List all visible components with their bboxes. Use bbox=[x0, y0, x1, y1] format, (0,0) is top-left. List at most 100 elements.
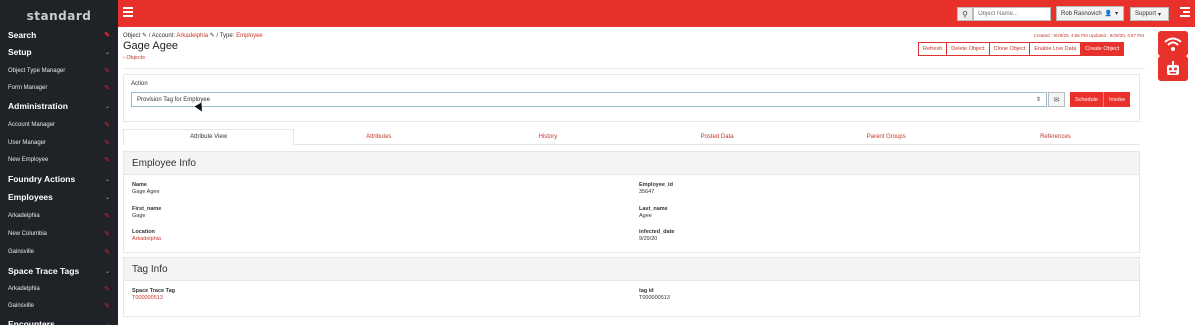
last-name-field: Last_name Agee bbox=[639, 206, 668, 219]
robot-icon[interactable] bbox=[1158, 56, 1188, 81]
sidebar-item-label: Setup bbox=[8, 47, 32, 57]
crumb-type-link[interactable]: Employee bbox=[236, 33, 263, 39]
breadcrumb: Object ✎ / Account: Arkadelphia ✎ / Type… bbox=[123, 32, 263, 39]
sidebar-item[interactable]: Encounters ⌄ bbox=[0, 316, 118, 325]
sidebar-item-label: Search bbox=[8, 30, 37, 40]
page-title: Gage Agee bbox=[123, 40, 179, 52]
location-field: Location Arkadelphia bbox=[132, 229, 161, 242]
tab-parent-groups[interactable]: Parent Groups bbox=[802, 129, 971, 144]
sidebar: standard Search ✎ Setup ⌄ Object Type Manage… bbox=[0, 0, 118, 325]
tab-attribute-view[interactable]: Attribute View bbox=[123, 129, 295, 145]
sidebar-item[interactable]: Arkadelphia ✎ bbox=[0, 208, 118, 224]
sidebar-item[interactable]: Setup ⌄ bbox=[0, 44, 118, 60]
caret-down-icon: ▾ bbox=[1115, 11, 1119, 17]
sidebar-item[interactable]: New Columbia ✎ bbox=[0, 226, 118, 242]
user-menu-button[interactable]: Rob Rasnovich 👤 ▾ bbox=[1056, 6, 1124, 21]
crumb-account-prefix: / Account: bbox=[148, 33, 176, 39]
crumb-account-link[interactable]: Arkadelphia bbox=[176, 33, 208, 39]
tab-attributes[interactable]: Attributes bbox=[294, 129, 463, 144]
sidebar-item[interactable]: Foundry Actions ⌄ bbox=[0, 171, 118, 187]
right-panel-menu-icon[interactable] bbox=[1180, 7, 1190, 19]
delete-object-button[interactable]: Delete Object bbox=[946, 42, 989, 56]
sidebar-item[interactable]: User Manager ✎ bbox=[0, 135, 118, 151]
action-select[interactable]: Provision Tag for Employee ⇕ bbox=[131, 92, 1047, 107]
chevron-down-icon: ⌄ bbox=[104, 103, 110, 110]
back-to-objects-link[interactable]: ‹ Objects bbox=[123, 55, 145, 61]
sidebar-item-label: Account Manager bbox=[8, 122, 56, 128]
chevron-down-icon: ⌄ bbox=[104, 176, 110, 183]
sidebar-item[interactable]: New Employee ✎ bbox=[0, 152, 118, 168]
crumb-type-prefix: / Type: bbox=[216, 33, 235, 39]
sidebar-item-label: Space Trace Tags bbox=[8, 266, 80, 276]
action-panel: Action Provision Tag for Employee ⇕ ✉ Sc… bbox=[123, 74, 1140, 122]
field-label: tag id bbox=[639, 288, 654, 294]
field-label: Last_name bbox=[639, 206, 668, 212]
space-trace-tag-field: Space Trace Tag T000000513 bbox=[132, 288, 175, 301]
sidebar-item[interactable]: Space Trace Tags ⌄ bbox=[0, 263, 118, 279]
sidebar-item[interactable]: Form Manager ✎ bbox=[0, 80, 118, 96]
hamburger-menu-icon[interactable] bbox=[123, 7, 133, 18]
location-link[interactable]: Arkadelphia bbox=[132, 236, 161, 242]
sidebar-item-label: New Columbia bbox=[8, 231, 48, 237]
sidebar-item[interactable]: Object Type Manager ✎ bbox=[0, 63, 118, 79]
invoke-button[interactable]: Invoke bbox=[1103, 92, 1131, 107]
sidebar-item-label: Foundry Actions bbox=[8, 174, 76, 184]
sidebar-item-label: Object Type Manager bbox=[8, 68, 66, 74]
tag-id-field: tag id T000000513 bbox=[639, 288, 670, 301]
sidebar-item-label: Form Manager bbox=[8, 85, 48, 91]
sidebar-item[interactable]: Account Manager ✎ bbox=[0, 117, 118, 133]
edit-icon[interactable]: ✎ bbox=[210, 33, 215, 39]
message-icon[interactable]: ✉ bbox=[1048, 92, 1065, 107]
section-title: Employee Info bbox=[124, 152, 1139, 175]
sidebar-item[interactable]: Gainsville ✎ bbox=[0, 298, 118, 314]
employee-info-section: Employee Info Name Gage Agee Employee_id… bbox=[123, 151, 1140, 253]
space-trace-tag-link[interactable]: T000000513 bbox=[132, 295, 175, 301]
sidebar-item-label: Employees bbox=[8, 192, 53, 202]
field-value: Gage bbox=[132, 213, 146, 219]
sidebar-item-label: Encounters bbox=[8, 319, 55, 325]
sidebar-item-label: New Employee bbox=[8, 157, 49, 163]
sidebar-item[interactable]: Employees ⌄ bbox=[0, 189, 118, 205]
pencil-icon: ✎ bbox=[104, 303, 110, 310]
object-tabs: Attribute View Attributes History Posted… bbox=[123, 129, 1140, 145]
schedule-invoke-group: Schedule Invoke bbox=[1070, 92, 1131, 107]
sidebar-item-label: Gainsville bbox=[8, 303, 35, 309]
tab-history[interactable]: History bbox=[463, 129, 632, 144]
enable-live-data-button[interactable]: Enable Live Data bbox=[1029, 42, 1081, 56]
create-object-button[interactable]: Create Object bbox=[1080, 42, 1125, 56]
caret-down-icon: ▾ bbox=[1158, 11, 1162, 18]
support-button[interactable]: Support ▾ bbox=[1130, 7, 1169, 21]
timestamps: Created : 9/29/20, 4:56 PM Updated : 9/2… bbox=[1033, 33, 1144, 38]
action-label: Action bbox=[131, 81, 148, 87]
sidebar-item-label: Gainsville bbox=[8, 249, 35, 255]
refresh-button[interactable]: Refresh bbox=[918, 42, 947, 56]
tab-posted-data[interactable]: Posted Data bbox=[633, 129, 802, 144]
field-value: T000000513 bbox=[639, 295, 670, 301]
field-label: Employee_id bbox=[639, 182, 673, 188]
pencil-icon: ✎ bbox=[104, 213, 110, 220]
chevron-down-icon: ⌄ bbox=[104, 49, 110, 56]
pencil-icon: ✎ bbox=[104, 68, 110, 75]
sidebar-item-label: Arkadelphia bbox=[8, 286, 40, 292]
tab-references[interactable]: References bbox=[971, 129, 1140, 144]
clone-object-button[interactable]: Clone Object bbox=[988, 42, 1030, 56]
object-search-input[interactable] bbox=[973, 7, 1051, 21]
pencil-icon: ✎ bbox=[104, 32, 110, 39]
schedule-button[interactable]: Schedule bbox=[1070, 92, 1104, 107]
sidebar-item[interactable]: Arkadelphia ✎ bbox=[0, 281, 118, 297]
employee-id-field: Employee_id 35647 bbox=[639, 182, 673, 195]
sidebar-item[interactable]: Search ✎ bbox=[0, 27, 118, 43]
edit-icon[interactable]: ✎ bbox=[142, 33, 147, 39]
pencil-icon: ✎ bbox=[104, 85, 110, 92]
search-icon[interactable]: ⚲ bbox=[957, 7, 973, 21]
first-name-field: First_name Gage bbox=[132, 206, 161, 219]
pencil-icon: ✎ bbox=[104, 286, 110, 293]
sidebar-item[interactable]: Gainsville ✎ bbox=[0, 244, 118, 260]
user-icon: 👤 bbox=[1104, 11, 1113, 17]
chevron-down-icon: ⌄ bbox=[104, 321, 110, 325]
header-divider bbox=[123, 68, 1145, 69]
sidebar-item[interactable]: Administration ⌄ bbox=[0, 98, 118, 114]
wifi-icon[interactable] bbox=[1158, 31, 1188, 56]
sidebar-item-label: Arkadelphia bbox=[8, 213, 40, 219]
field-label: Location bbox=[132, 229, 155, 235]
